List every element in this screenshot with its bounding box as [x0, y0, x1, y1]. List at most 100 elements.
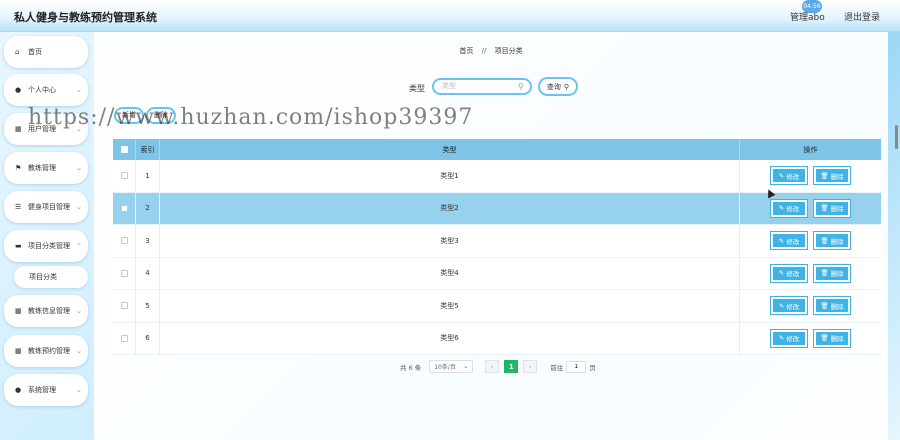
- trash-icon: 🗑: [820, 204, 829, 213]
- chevron-down-icon: ⌄: [76, 164, 82, 172]
- edit-icon: ✎: [778, 236, 785, 245]
- breadcrumb-home[interactable]: 首页: [459, 47, 473, 55]
- row-index: 3: [136, 225, 160, 257]
- top-bar: 私人健身与教练预约管理系统 04:56 管理abo 退出登录: [0, 0, 900, 32]
- row-type: 类型4: [160, 257, 740, 289]
- delete-button[interactable]: 🗑 删除: [813, 231, 851, 251]
- sidebar-item-coach-info[interactable]: ▦ 教练信息管理 ⌄: [4, 295, 88, 327]
- table-header: 索引 类型 操作: [113, 139, 881, 160]
- sidebar-item-system[interactable]: ● 系统管理 ⌄: [4, 374, 88, 406]
- chevron-down-icon: ⌄: [76, 347, 82, 355]
- sidebar: ⌂ 首页 ● 个人中心 ⌄ ▦ 用户管理 ⌄ ⚑ 教练管理 ⌄ ☰ 健身项目管理…: [0, 32, 92, 440]
- breadcrumb-current: 项目分类: [494, 47, 523, 55]
- delete-button[interactable]: 🗑 删除: [813, 263, 851, 283]
- header-type: 类型: [160, 139, 740, 160]
- row-type: 类型2: [160, 192, 740, 224]
- select-all-checkbox[interactable]: [120, 146, 128, 153]
- page-size-select[interactable]: 10条/页 ⌄: [429, 360, 474, 373]
- sidebar-item-home[interactable]: ⌂ 首页: [4, 36, 88, 68]
- sidebar-item-category-management[interactable]: ▬ 项目分类管理 ⌃: [4, 230, 88, 262]
- trash-icon: 🗑: [820, 269, 829, 278]
- pagination: 共 6 条 10条/页 ⌄ ‹ 1 › 前往 页: [400, 360, 596, 373]
- edit-button[interactable]: ✎ 修改: [770, 263, 808, 283]
- goto-label: 前往: [550, 363, 564, 372]
- sidebar-item-personal-center[interactable]: ● 个人中心 ⌄: [4, 74, 88, 106]
- grid-icon: ▦: [15, 347, 22, 355]
- trash-icon: 🗑: [820, 171, 829, 180]
- folder-icon: ▬: [15, 242, 22, 250]
- table-row[interactable]: 1 类型1 ✎ 修改 🗑 删除: [113, 160, 881, 193]
- trash-icon: 🗑: [820, 236, 829, 245]
- edit-button[interactable]: ✎ 修改: [770, 296, 808, 316]
- sidebar-item-fitness-projects[interactable]: ☰ 健身项目管理 ⌄: [4, 191, 88, 223]
- goto-page: 前往 页: [550, 360, 596, 373]
- row-index: 1: [136, 160, 160, 192]
- edit-icon: ✎: [778, 301, 785, 310]
- row-checkbox[interactable]: [120, 237, 128, 245]
- home-icon: ⌂: [15, 48, 20, 56]
- table-row[interactable]: 4 类型4 ✎ 修改 🗑 删除: [113, 257, 881, 290]
- edit-icon: ✎: [778, 269, 785, 278]
- edit-button[interactable]: ✎ 修改: [770, 166, 808, 186]
- search-icon: ⚲: [518, 82, 524, 91]
- sidebar-item-coaches[interactable]: ⚑ 教练管理 ⌄: [4, 152, 88, 184]
- delete-button[interactable]: 🗑 删除: [813, 328, 851, 348]
- row-checkbox[interactable]: [120, 172, 128, 180]
- goto-unit: 页: [589, 363, 596, 372]
- row-index: 4: [136, 257, 160, 289]
- sidebar-item-label: 首页: [28, 48, 42, 56]
- logout-link[interactable]: 退出登录: [844, 10, 880, 23]
- row-type: 类型1: [160, 160, 740, 192]
- edit-icon: ✎: [778, 204, 785, 213]
- table-row[interactable]: 3 类型3 ✎ 修改 🗑 删除: [113, 225, 881, 258]
- sidebar-item-label: 健身项目管理: [28, 203, 70, 211]
- chevron-down-icon: ⌄: [76, 203, 82, 211]
- row-checkbox[interactable]: [120, 302, 128, 310]
- delete-button[interactable]: 🗑 删除: [813, 166, 851, 186]
- row-checkbox[interactable]: [120, 334, 128, 342]
- chevron-right-icon: ›: [528, 362, 532, 371]
- sidebar-item-coach-booking[interactable]: ▦ 教练预约管理 ⌄: [4, 335, 88, 367]
- scrollbar-thumb[interactable]: [895, 125, 898, 149]
- row-type: 类型3: [160, 225, 740, 257]
- search-input[interactable]: [432, 78, 532, 95]
- table-row[interactable]: 6 类型6 ✎ 修改 🗑 删除: [113, 322, 881, 355]
- chevron-left-icon: ‹: [490, 362, 494, 371]
- sidebar-item-label: 教练管理: [28, 164, 56, 172]
- search-label: 类型: [409, 84, 425, 93]
- delete-button[interactable]: 🗑 删除: [813, 296, 851, 316]
- edit-button[interactable]: ✎ 修改: [770, 231, 808, 251]
- sidebar-item-label: 个人中心: [28, 86, 56, 94]
- table-row[interactable]: 2 类型2 ✎ 修改 🗑 删除: [113, 192, 881, 225]
- breadcrumb-separator: //: [481, 47, 487, 55]
- chevron-down-icon: ⌄: [463, 363, 469, 370]
- row-checkbox[interactable]: [120, 204, 128, 212]
- edit-button[interactable]: ✎ 修改: [770, 328, 808, 348]
- edit-icon: ✎: [778, 334, 785, 343]
- chevron-down-icon: ⌄: [76, 307, 82, 315]
- flag-icon: ⚑: [15, 164, 22, 172]
- row-type: 类型6: [160, 322, 740, 354]
- sidebar-item-label: 教练信息管理: [28, 307, 70, 315]
- row-checkbox[interactable]: [120, 269, 128, 277]
- edit-button[interactable]: ✎ 修改: [770, 198, 808, 218]
- prev-page-button[interactable]: ‹: [485, 360, 500, 373]
- sidebar-item-label: 教练预约管理: [28, 347, 70, 355]
- delete-button[interactable]: 🗑 删除: [813, 198, 851, 218]
- chevron-down-icon: ⌄: [76, 386, 82, 394]
- row-type: 类型5: [160, 290, 740, 322]
- header-operation: 操作: [803, 145, 818, 154]
- goto-page-input[interactable]: [566, 360, 587, 373]
- next-page-button[interactable]: ›: [523, 360, 538, 373]
- person-icon: ●: [15, 386, 22, 394]
- page-number-current[interactable]: 1: [504, 360, 519, 373]
- grid-icon: ▦: [15, 125, 22, 133]
- admin-label: 管理abo: [790, 13, 825, 23]
- app-title: 私人健身与教练预约管理系统: [14, 11, 157, 24]
- watermark: https://www.huzhan.com/ishop39397: [28, 105, 474, 130]
- query-button[interactable]: 查询 ⚲: [538, 77, 578, 96]
- chevron-down-icon: ⌄: [76, 86, 82, 94]
- header-index: 索引: [136, 139, 160, 160]
- table-row[interactable]: 5 类型5 ✎ 修改 🗑 删除: [113, 290, 881, 323]
- sidebar-subitem-project-category[interactable]: 项目分类: [14, 266, 88, 288]
